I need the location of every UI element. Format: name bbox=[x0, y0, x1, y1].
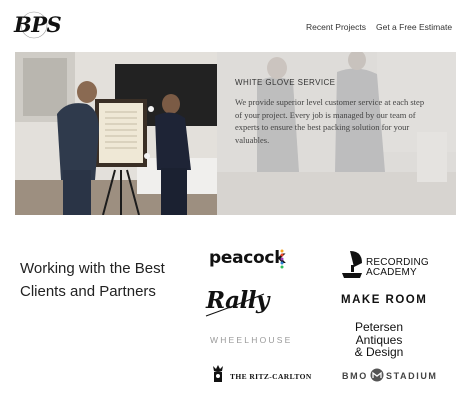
hero-description: We provide superior level customer servi… bbox=[235, 97, 425, 145]
hero-service-panel: WHITE GLOVE SERVICE We provide superior … bbox=[217, 52, 456, 215]
peacock-dots-icon bbox=[280, 249, 284, 269]
ritz-lion-crown-icon bbox=[213, 365, 223, 382]
petersen-line1: Petersen bbox=[354, 320, 404, 334]
logo-peacock: peacock bbox=[209, 248, 286, 268]
nav-free-estimate[interactable]: Get a Free Estimate bbox=[376, 22, 452, 32]
site-header: BPS Recent Projects Get a Free Estimate bbox=[0, 0, 468, 52]
hero-banner: WHITE GLOVE SERVICE We provide superior … bbox=[15, 52, 456, 215]
logo-wheelhouse: WHEELHOUSE bbox=[210, 335, 293, 345]
hero-photo-framing bbox=[15, 52, 217, 215]
bmo-roundel-icon bbox=[370, 368, 384, 382]
hero-title: WHITE GLOVE SERVICE bbox=[235, 78, 336, 87]
logo-bmo-text: BMO bbox=[342, 371, 368, 381]
logo-petersen-antiques: Petersen Antiques & Design bbox=[340, 321, 418, 359]
gramophone-icon bbox=[342, 251, 362, 278]
framing-photo-illustration bbox=[15, 52, 217, 215]
logo-make-room: MAKE ROOM bbox=[341, 294, 428, 306]
logo-recording-academy: RECORDING ACADEMY bbox=[366, 258, 429, 278]
clients-heading: Working with the Best Clients and Partne… bbox=[20, 260, 165, 300]
petersen-line3: & Design bbox=[354, 345, 404, 359]
recording-line2: ACADEMY bbox=[366, 267, 417, 278]
nav-recent-projects[interactable]: Recent Projects bbox=[306, 22, 366, 32]
logo-text: BPS bbox=[14, 12, 62, 37]
logo-stadium-text: STADIUM bbox=[386, 371, 438, 381]
bps-logo[interactable]: BPS bbox=[14, 10, 62, 40]
rally-swoosh-icon bbox=[205, 293, 265, 317]
logo-ritz-carlton: THE RITZ-CARLTON bbox=[230, 372, 312, 381]
